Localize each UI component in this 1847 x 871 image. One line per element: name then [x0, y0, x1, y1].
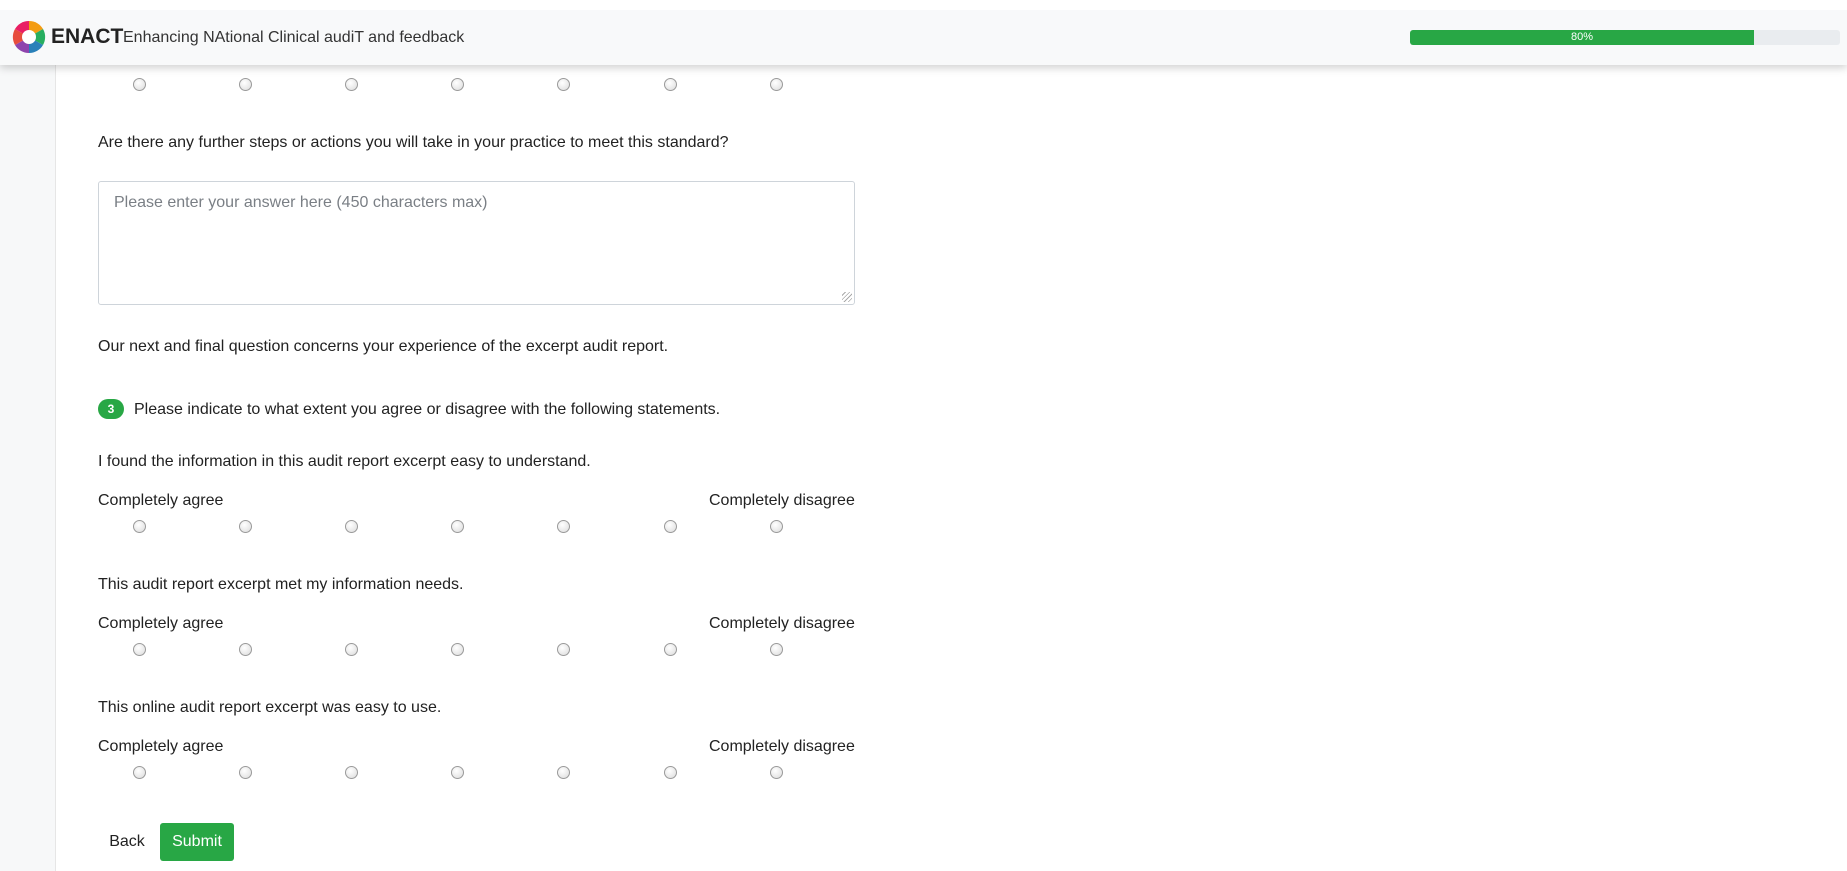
statement-3-text: This online audit report excerpt was eas… — [98, 699, 442, 716]
further-steps-question: Are there any further steps or actions y… — [98, 134, 729, 151]
statement-1-option-2-radio[interactable] — [239, 520, 252, 533]
statement-2-left-label: Completely agree — [98, 615, 224, 632]
previous-scale-option-7-radio[interactable] — [770, 78, 783, 91]
statement-3-option-2-radio[interactable] — [239, 766, 252, 779]
intro-text: Our next and final question concerns you… — [98, 338, 669, 355]
statement-3-left-label: Completely agree — [98, 738, 224, 755]
statement-1-option-6-radio[interactable] — [664, 520, 677, 533]
statement-1-left-label: Completely agree — [98, 492, 224, 509]
statement-1-option-7-radio[interactable] — [770, 520, 783, 533]
previous-scale-option-1-radio[interactable] — [133, 78, 146, 91]
header-bar: ENACT Enhancing NAtional Clinical audiT … — [0, 10, 1847, 65]
statement-3-option-1-radio[interactable] — [133, 766, 146, 779]
statement-2-scale — [98, 643, 798, 663]
left-gutter — [0, 0, 56, 871]
statement-2-text: This audit report excerpt met my informa… — [98, 576, 464, 593]
further-steps-answer-field[interactable] — [98, 181, 855, 305]
resize-grip-icon[interactable] — [842, 292, 852, 302]
question3-prompt: Please indicate to what extent you agree… — [134, 401, 721, 418]
statement-1-option-4-radio[interactable] — [451, 520, 464, 533]
statement-2-option-4-radio[interactable] — [451, 643, 464, 656]
back-button[interactable]: Back — [98, 823, 156, 861]
submit-button[interactable]: Submit — [160, 823, 234, 861]
statement-1-option-3-radio[interactable] — [345, 520, 358, 533]
progress-fill: 80% — [1410, 30, 1754, 45]
previous-scale-row — [98, 78, 798, 98]
previous-scale-option-5-radio[interactable] — [557, 78, 570, 91]
statement-2-option-3-radio[interactable] — [345, 643, 358, 656]
statement-3-option-7-radio[interactable] — [770, 766, 783, 779]
top-strip — [0, 0, 1847, 10]
brand-name: ENACT — [51, 25, 124, 48]
statement-3-option-3-radio[interactable] — [345, 766, 358, 779]
statement-1-text: I found the information in this audit re… — [98, 453, 591, 470]
statement-3-option-6-radio[interactable] — [664, 766, 677, 779]
statement-2-option-1-radio[interactable] — [133, 643, 146, 656]
previous-scale-option-4-radio[interactable] — [451, 78, 464, 91]
progress-bar: 80% — [1410, 30, 1840, 45]
previous-scale-option-2-radio[interactable] — [239, 78, 252, 91]
statement-3-scale — [98, 766, 798, 786]
statement-1-option-1-radio[interactable] — [133, 520, 146, 533]
statement-2-option-7-radio[interactable] — [770, 643, 783, 656]
question-number-badge: 3 — [98, 399, 124, 419]
statement-2-right-label: Completely disagree — [709, 615, 855, 632]
previous-scale-option-3-radio[interactable] — [345, 78, 358, 91]
statement-2-option-5-radio[interactable] — [557, 643, 570, 656]
statement-1-scale — [98, 520, 798, 540]
statement-3-option-4-radio[interactable] — [451, 766, 464, 779]
statement-2-option-6-radio[interactable] — [664, 643, 677, 656]
statement-1-option-5-radio[interactable] — [557, 520, 570, 533]
statement-3-option-5-radio[interactable] — [557, 766, 570, 779]
brand-tagline: Enhancing NAtional Clinical audiT and fe… — [123, 29, 465, 46]
enact-logo-icon — [12, 20, 46, 54]
statement-1-right-label: Completely disagree — [709, 492, 855, 509]
statement-3-right-label: Completely disagree — [709, 738, 855, 755]
previous-scale-option-6-radio[interactable] — [664, 78, 677, 91]
statement-2-option-2-radio[interactable] — [239, 643, 252, 656]
